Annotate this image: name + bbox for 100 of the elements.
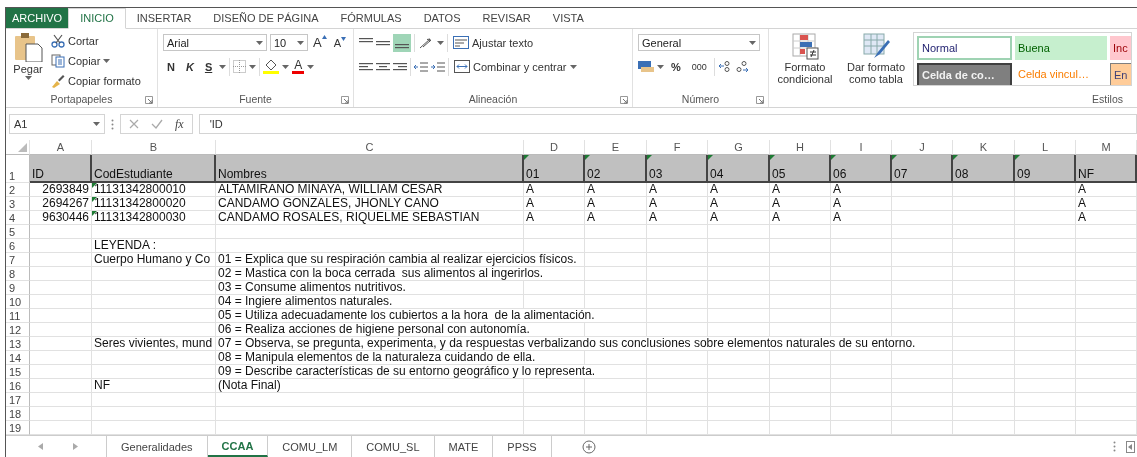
merge-cells-icon bbox=[454, 60, 470, 74]
corner-arrow-icon[interactable] bbox=[620, 95, 628, 104]
empty-cell bbox=[647, 267, 708, 282]
check-icon[interactable] bbox=[151, 119, 163, 130]
row-header[interactable]: 5 bbox=[6, 225, 30, 240]
row-header[interactable]: 12 bbox=[6, 323, 30, 338]
empty-cell bbox=[1015, 323, 1076, 338]
sheet-tab[interactable]: COMU_LM bbox=[268, 436, 353, 457]
format-painter-button[interactable]: Copiar formato bbox=[49, 71, 143, 90]
row-header[interactable]: 17 bbox=[6, 393, 30, 408]
scroll-left-icon[interactable] bbox=[38, 443, 43, 451]
cancel-icon[interactable] bbox=[129, 119, 139, 130]
scroll-right-icon[interactable] bbox=[73, 443, 78, 451]
corner-arrow-icon[interactable] bbox=[341, 95, 349, 104]
row-header[interactable]: 18 bbox=[6, 407, 30, 422]
empty-cell bbox=[1015, 365, 1076, 380]
align-bottom-icon[interactable] bbox=[393, 33, 411, 52]
formula-field[interactable]: 'ID bbox=[198, 114, 1137, 135]
table-cell: 9630446 bbox=[30, 211, 92, 226]
sheet-tab[interactable]: PPSS bbox=[493, 436, 552, 457]
ribbon-tab[interactable]: FÓRMULAS bbox=[329, 8, 413, 28]
cell-style-option[interactable]: Celda de co… bbox=[917, 62, 1012, 85]
empty-cell bbox=[647, 365, 708, 380]
cell-style-option[interactable]: Normal bbox=[917, 35, 1012, 60]
row-header[interactable]: 9 bbox=[6, 281, 30, 296]
cell-style-option[interactable]: Buena bbox=[1015, 35, 1107, 60]
format-as-table-button[interactable]: Dar formato como tabla bbox=[842, 31, 910, 92]
cell-style-option[interactable]: En bbox=[1110, 62, 1131, 85]
row-header[interactable]: 7 bbox=[6, 253, 30, 268]
empty-cell bbox=[770, 295, 831, 310]
ribbon-tab[interactable]: DISEÑO DE PÁGINA bbox=[202, 8, 330, 28]
underline-button[interactable]: S bbox=[200, 60, 217, 73]
align-right-icon[interactable] bbox=[393, 60, 407, 73]
empty-cell bbox=[1076, 393, 1137, 408]
ribbon-tab[interactable]: VISTA bbox=[541, 8, 595, 28]
empty-cell bbox=[30, 267, 92, 282]
font-size-field[interactable]: 10 bbox=[270, 34, 308, 52]
shrink-font-button[interactable]: A bbox=[331, 36, 348, 49]
cell-style-option[interactable]: Inc bbox=[1110, 35, 1131, 60]
empty-cell bbox=[770, 393, 831, 408]
table-cell: 02 = Mastica con la boca cerrada sus alimentos al ingerirlos. bbox=[216, 267, 585, 282]
table-cell: 04 = Ingiere alimentos naturales. bbox=[216, 295, 524, 310]
ribbon-tab[interactable]: INICIO bbox=[68, 8, 126, 29]
paste-button[interactable]: Pegar bbox=[11, 31, 45, 92]
table-cell: A bbox=[708, 211, 770, 226]
row-header[interactable]: 10 bbox=[6, 295, 30, 310]
corner-arrow-icon[interactable] bbox=[145, 95, 153, 104]
align-left-icon[interactable] bbox=[359, 60, 373, 73]
name-box[interactable]: A1 bbox=[9, 114, 105, 135]
empty-cell bbox=[1015, 183, 1076, 198]
italic-button[interactable]: K bbox=[181, 60, 198, 73]
conditional-format-button[interactable]: Formato condicional bbox=[771, 31, 839, 92]
thousands-button[interactable]: 000 bbox=[687, 61, 711, 72]
cut-button[interactable]: Cortar bbox=[49, 31, 143, 50]
table-cell: 11131342800020 bbox=[92, 197, 216, 212]
insert-function-button[interactable]: fx bbox=[175, 116, 184, 132]
row-header[interactable]: 11 bbox=[6, 309, 30, 324]
borders-icon[interactable] bbox=[233, 60, 247, 74]
sheet-tab[interactable]: COMU_SL bbox=[352, 436, 435, 457]
decrease-decimal-icon[interactable] bbox=[734, 60, 749, 74]
row-header[interactable]: 2 bbox=[6, 183, 30, 198]
wrap-text-button[interactable]: Ajustar texto bbox=[451, 33, 536, 52]
ribbon-tab[interactable]: REVISAR bbox=[471, 8, 542, 28]
number-format-field[interactable]: General bbox=[638, 34, 760, 52]
sheet-tab[interactable]: Generalidades bbox=[106, 436, 208, 457]
empty-cell bbox=[647, 351, 708, 366]
align-center-icon[interactable] bbox=[376, 60, 390, 73]
empty-cell bbox=[524, 281, 585, 296]
increase-indent-icon[interactable] bbox=[431, 60, 445, 73]
row-header[interactable]: 3 bbox=[6, 197, 30, 212]
font-color-button[interactable]: A bbox=[292, 59, 305, 75]
row-header[interactable]: 6 bbox=[6, 239, 30, 254]
empty-cell bbox=[953, 197, 1015, 212]
corner-arrow-icon[interactable] bbox=[756, 95, 764, 104]
merge-center-button[interactable]: Combinar y centrar bbox=[452, 57, 579, 76]
row-header[interactable]: 8 bbox=[6, 267, 30, 282]
row-header[interactable]: 14 bbox=[6, 351, 30, 366]
table-cell: A bbox=[585, 183, 647, 198]
grow-font-button[interactable]: A bbox=[311, 35, 329, 51]
file-tab[interactable]: ARCHIVO bbox=[6, 8, 69, 28]
percent-button[interactable]: % bbox=[667, 60, 685, 73]
bold-button[interactable]: N bbox=[163, 60, 179, 73]
row-header[interactable]: 4 bbox=[6, 211, 30, 226]
row-header[interactable]: 15 bbox=[6, 365, 30, 380]
table-cell: 09 = Describe características de su entorno geográfico y lo representa. bbox=[216, 365, 647, 380]
increase-decimal-icon[interactable] bbox=[717, 60, 732, 74]
scroll-left-icon[interactable] bbox=[1126, 440, 1135, 453]
copy-button[interactable]: Copiar bbox=[49, 51, 143, 70]
scissors-icon bbox=[51, 33, 65, 48]
empty-cell bbox=[30, 365, 92, 380]
ribbon-tab[interactable]: DATOS bbox=[412, 8, 472, 28]
currency-icon[interactable] bbox=[638, 60, 654, 74]
font-name-field[interactable]: Arial bbox=[163, 34, 267, 52]
row-header[interactable]: 13 bbox=[6, 337, 30, 352]
row-header[interactable]: 16 bbox=[6, 379, 30, 394]
sheet-tab[interactable]: MATE bbox=[434, 436, 494, 457]
sheet-tab[interactable]: CCAA bbox=[207, 436, 269, 457]
add-sheet-icon[interactable] bbox=[581, 439, 596, 454]
decrease-indent-icon[interactable] bbox=[414, 60, 428, 73]
ribbon-tab[interactable]: INSERTAR bbox=[125, 8, 203, 28]
